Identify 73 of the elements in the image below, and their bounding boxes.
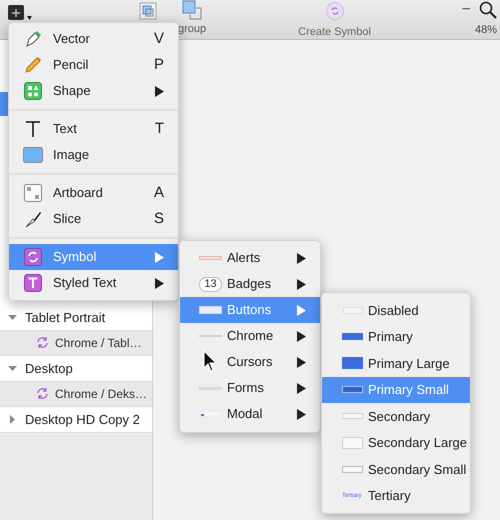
- shortcut-key: A: [154, 182, 164, 204]
- pen-icon: [24, 30, 42, 48]
- menu-item[interactable]: Forms: [180, 375, 320, 401]
- ungroup-icon[interactable]: [182, 0, 202, 20]
- search-icon[interactable]: [479, 1, 497, 19]
- symbol-circle-icon[interactable]: [326, 2, 344, 20]
- menu-item[interactable]: Secondary Small: [322, 456, 470, 482]
- image-icon: [23, 147, 43, 163]
- small-secondary-button-thumbnail: [342, 466, 363, 473]
- layer-row[interactable]: Tablet Portrait: [0, 305, 152, 330]
- alert-thumbnail: [199, 256, 222, 260]
- shortcut-key: P: [154, 54, 164, 76]
- insert-button[interactable]: [8, 5, 24, 20]
- submenu-arrow-icon: [297, 382, 306, 394]
- menu-item[interactable]: Alerts: [180, 245, 320, 271]
- disclosure-down-icon[interactable]: [8, 312, 17, 322]
- menu-item[interactable]: Pencil P: [9, 52, 178, 78]
- create-symbol-label: Create Symbol: [298, 25, 371, 40]
- disclosure-right-icon[interactable]: [8, 414, 17, 424]
- submenu-arrow-icon: [297, 356, 306, 368]
- large-primary-button-thumbnail: [342, 357, 363, 370]
- menu-item[interactable]: Disabled: [322, 297, 470, 324]
- menu-item[interactable]: Slice S: [9, 206, 178, 232]
- submenu-arrow-icon: [297, 304, 306, 316]
- menu-item[interactable]: Primary: [322, 324, 470, 350]
- layer-row[interactable]: Desktop HD Copy 2: [0, 407, 152, 432]
- menu-item[interactable]: Primary Large: [322, 350, 470, 376]
- menu-item[interactable]: Modal: [180, 401, 320, 427]
- symbol-icon: [24, 248, 42, 266]
- menu-item[interactable]: Vector V: [9, 26, 178, 52]
- modal-thumbnail: [199, 411, 222, 417]
- ungroup-label: group: [178, 22, 206, 37]
- shortcut-key: T: [154, 118, 164, 140]
- knife-icon: [24, 210, 42, 228]
- plus-icon: [12, 8, 20, 16]
- submenu-arrow-icon: [297, 278, 306, 290]
- menu-item[interactable]: Text T: [9, 116, 178, 142]
- button-thumbnail: [199, 306, 222, 314]
- menu-item[interactable]: Artboard A: [9, 180, 178, 206]
- count-badge: 13: [199, 276, 222, 292]
- pencil-icon: [24, 56, 42, 74]
- submenu-arrow-icon: [297, 408, 306, 420]
- large-secondary-button-thumbnail: [342, 436, 363, 449]
- group-icon[interactable]: [139, 2, 157, 20]
- submenu-arrow-icon: [297, 252, 306, 264]
- menu-item[interactable]: 13 Badges: [180, 271, 320, 297]
- menu-item[interactable]: Secondary Large: [322, 430, 470, 456]
- disclosure-down-icon[interactable]: [8, 364, 17, 373]
- menu-item[interactable]: Shape: [9, 78, 178, 104]
- menu-item[interactable]: Cursors: [180, 349, 320, 375]
- submenu-arrow-icon: [297, 330, 306, 342]
- symbol-icon: [36, 336, 49, 350]
- symbol-icon: [36, 387, 49, 400]
- menu-item[interactable]: Secondary: [322, 403, 470, 430]
- menu-item[interactable]: Image: [9, 142, 178, 168]
- shapes-icon: [24, 82, 42, 100]
- primary-button-thumbnail: [342, 333, 363, 340]
- small-primary-button-thumbnail: [342, 386, 363, 394]
- styled-text-icon: [24, 274, 42, 292]
- caret-icon: [27, 16, 32, 20]
- mouse-pointer-icon: [203, 350, 217, 372]
- text-icon: [24, 120, 42, 138]
- layer-row[interactable]: Desktop: [0, 356, 152, 382]
- zoom-out-button[interactable]: −: [462, 1, 471, 19]
- artboard-icon: [24, 184, 42, 202]
- shortcut-key: V: [154, 28, 164, 50]
- menu-item[interactable]: Chrome: [180, 323, 320, 349]
- secondary-button-thumbnail: [342, 413, 363, 420]
- shortcut-key: S: [154, 208, 164, 230]
- zoom-level: 48%: [474, 23, 497, 38]
- layer-row[interactable]: Chrome / Tabl…: [0, 330, 152, 356]
- menu-item[interactable]: Styled Text: [9, 270, 178, 296]
- layer-row[interactable]: Chrome / Deks…: [0, 382, 152, 407]
